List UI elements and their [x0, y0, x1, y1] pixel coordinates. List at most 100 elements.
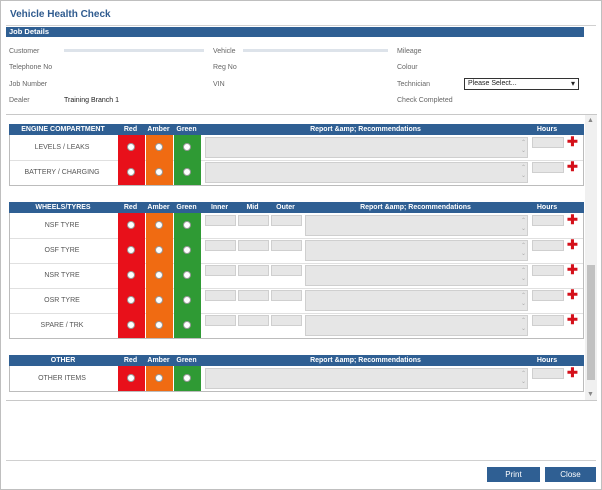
report-column-header: Report &amp; Recommendations — [360, 204, 471, 211]
add-plus-icon[interactable]: ✚ — [567, 135, 578, 148]
colour-label: Colour — [397, 64, 418, 71]
scroll-down-icon[interactable]: ▼ — [587, 391, 594, 398]
technician-select[interactable]: Please Select... ▾ — [464, 78, 579, 90]
amber-radio[interactable] — [155, 246, 163, 254]
inner-tread-input[interactable] — [205, 265, 236, 276]
engine-compartment-section: ENGINE COMPARTMENT Red Amber Green Repor… — [9, 124, 584, 186]
red-radio[interactable] — [127, 168, 135, 176]
report-column-header: Report &amp; Recommendations — [310, 357, 421, 364]
textarea-scroll-icon: ⌃ ⌄ — [520, 165, 526, 179]
hours-column-header: Hours — [536, 357, 558, 364]
other-section-title: OTHER — [50, 357, 76, 364]
red-radio[interactable] — [127, 374, 135, 382]
red-radio[interactable] — [127, 271, 135, 279]
amber-cell — [146, 313, 173, 338]
green-radio[interactable] — [183, 271, 191, 279]
red-radio[interactable] — [127, 221, 135, 229]
other-rows: OTHER ITEMS ⌃ ⌄ ✚ — [9, 366, 584, 392]
hours-input[interactable] — [532, 368, 564, 379]
amber-radio[interactable] — [155, 296, 163, 304]
amber-cell — [146, 366, 173, 391]
report-textarea[interactable]: ⌃ ⌄ — [205, 162, 528, 183]
green-cell — [174, 313, 201, 338]
table-row: LEVELS / LEAKS ⌃ ⌄ ✚ — [10, 135, 583, 161]
add-plus-icon[interactable]: ✚ — [567, 238, 578, 251]
inner-tread-input[interactable] — [205, 315, 236, 326]
inner-tread-input[interactable] — [205, 240, 236, 251]
green-column-header: Green — [176, 126, 197, 133]
outer-tread-input[interactable] — [271, 265, 302, 276]
amber-radio[interactable] — [155, 374, 163, 382]
close-button[interactable]: Close — [545, 467, 596, 482]
green-radio[interactable] — [183, 374, 191, 382]
report-textarea[interactable]: ⌃ ⌄ — [205, 137, 528, 158]
red-radio[interactable] — [127, 296, 135, 304]
red-cell — [118, 238, 145, 263]
dealer-value: Training Branch 1 — [64, 97, 119, 104]
chevron-down-icon: ▾ — [570, 79, 575, 88]
mid-column-header: Mid — [246, 204, 259, 211]
mid-tread-input[interactable] — [238, 240, 269, 251]
amber-radio[interactable] — [155, 221, 163, 229]
hours-input[interactable] — [532, 215, 564, 226]
amber-radio[interactable] — [155, 143, 163, 151]
outer-tread-input[interactable] — [271, 315, 302, 326]
hours-input[interactable] — [532, 137, 564, 148]
vin-label: VIN — [213, 81, 225, 88]
mid-tread-input[interactable] — [238, 265, 269, 276]
green-radio[interactable] — [183, 246, 191, 254]
scroll-up-icon[interactable]: ▲ — [587, 117, 594, 124]
add-plus-icon[interactable]: ✚ — [567, 288, 578, 301]
report-textarea[interactable]: ⌃ ⌄ — [305, 315, 528, 336]
inner-tread-input[interactable] — [205, 290, 236, 301]
mid-tread-input[interactable] — [238, 290, 269, 301]
scroll-thumb[interactable] — [587, 265, 595, 380]
amber-cell — [146, 213, 173, 238]
vehicle-label: Vehicle — [213, 48, 236, 55]
add-plus-icon[interactable]: ✚ — [567, 313, 578, 326]
green-radio[interactable] — [183, 168, 191, 176]
add-plus-icon[interactable]: ✚ — [567, 160, 578, 173]
green-radio[interactable] — [183, 296, 191, 304]
report-textarea[interactable]: ⌃ ⌄ — [305, 265, 528, 286]
red-column-header: Red — [123, 204, 138, 211]
vehicle-health-check-dialog: Vehicle Health Check Job Details Custome… — [0, 0, 602, 490]
red-radio[interactable] — [127, 246, 135, 254]
vertical-scrollbar[interactable]: ▲ ▼ — [585, 115, 597, 400]
hours-input[interactable] — [532, 290, 564, 301]
red-radio[interactable] — [127, 143, 135, 151]
red-radio[interactable] — [127, 321, 135, 329]
report-textarea[interactable]: ⌃ ⌄ — [305, 215, 528, 236]
green-radio[interactable] — [183, 321, 191, 329]
green-cell — [174, 213, 201, 238]
add-plus-icon[interactable]: ✚ — [567, 366, 578, 379]
mid-tread-input[interactable] — [238, 215, 269, 226]
hours-input[interactable] — [532, 265, 564, 276]
telephone-label: Telephone No — [9, 64, 53, 71]
outer-tread-input[interactable] — [271, 215, 302, 226]
job-details-header: Job Details — [6, 27, 584, 37]
report-textarea[interactable]: ⌃ ⌄ — [205, 368, 528, 389]
vehicle-value — [243, 49, 388, 52]
green-column-header: Green — [176, 357, 197, 364]
amber-radio[interactable] — [155, 168, 163, 176]
inner-tread-input[interactable] — [205, 215, 236, 226]
amber-radio[interactable] — [155, 271, 163, 279]
hours-input[interactable] — [532, 240, 564, 251]
report-textarea[interactable]: ⌃ ⌄ — [305, 240, 528, 261]
report-textarea[interactable]: ⌃ ⌄ — [305, 290, 528, 311]
add-plus-icon[interactable]: ✚ — [567, 263, 578, 276]
hours-column-header: Hours — [536, 126, 558, 133]
outer-tread-input[interactable] — [271, 290, 302, 301]
print-button[interactable]: Print — [487, 467, 540, 482]
outer-tread-input[interactable] — [271, 240, 302, 251]
row-label: OSR TYRE — [44, 297, 80, 304]
green-radio[interactable] — [183, 143, 191, 151]
hours-input[interactable] — [532, 315, 564, 326]
check-completed-label: Check Completed — [397, 97, 453, 104]
hours-input[interactable] — [532, 162, 564, 173]
amber-radio[interactable] — [155, 321, 163, 329]
mid-tread-input[interactable] — [238, 315, 269, 326]
add-plus-icon[interactable]: ✚ — [567, 213, 578, 226]
green-radio[interactable] — [183, 221, 191, 229]
